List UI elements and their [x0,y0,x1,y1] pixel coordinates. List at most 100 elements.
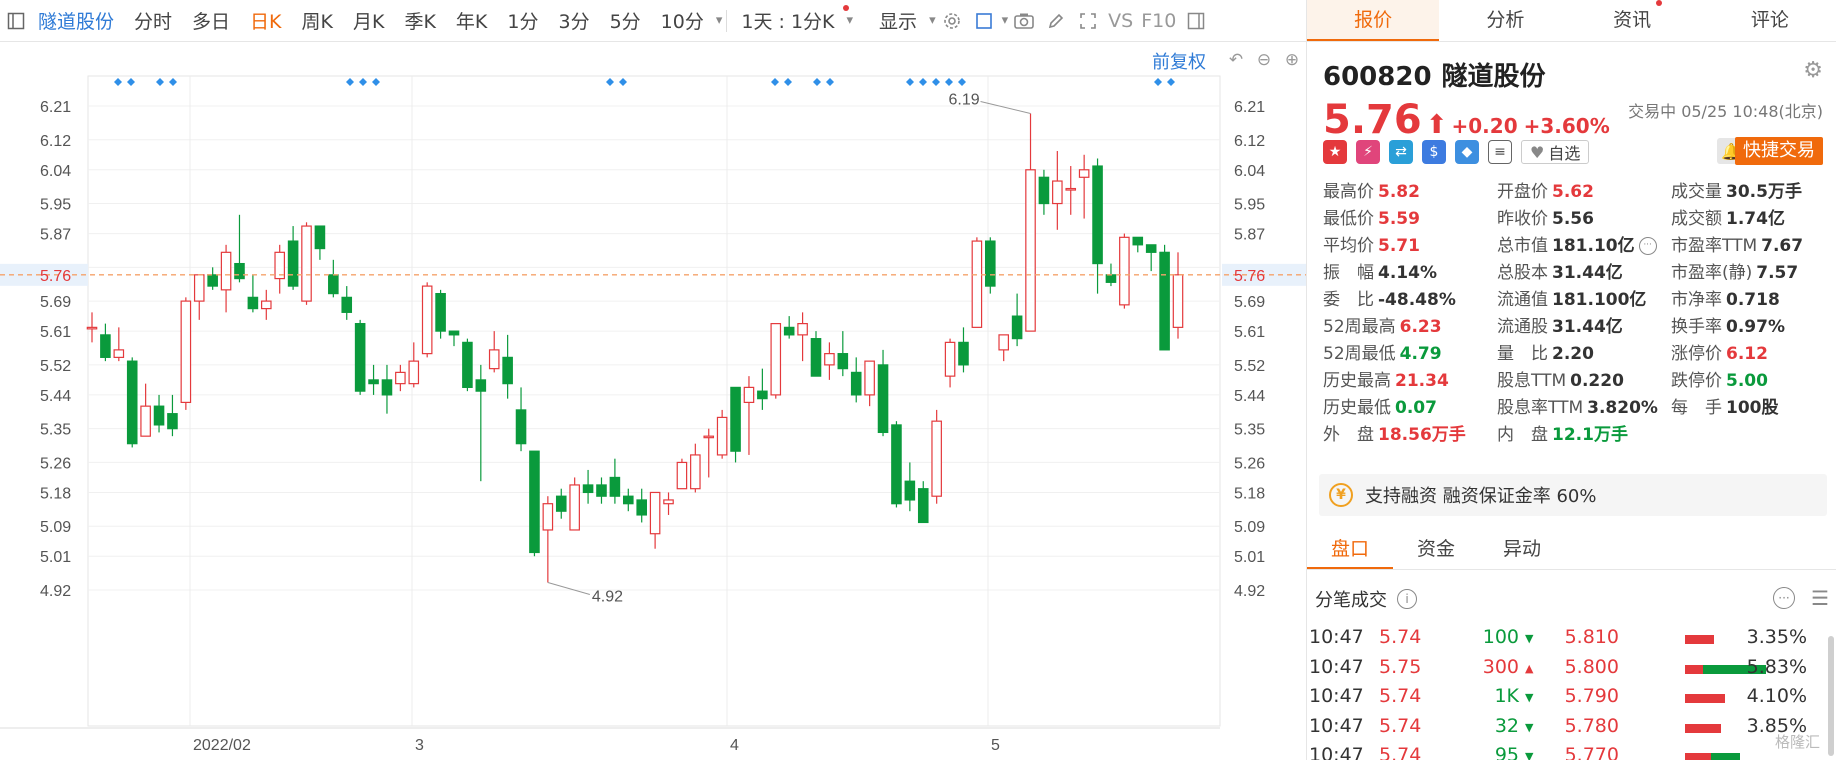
candle-down[interactable] [623,495,634,505]
event-marker-icon[interactable] [958,78,966,86]
candle-down[interactable] [167,413,178,430]
quote-tab[interactable]: 报价 [1307,0,1440,41]
candle-down[interactable] [1132,236,1144,246]
period-tab[interactable]: 周K [292,7,343,34]
candle-up[interactable] [690,454,701,490]
f10-button[interactable]: F10 [1137,10,1180,32]
event-marker-icon[interactable] [771,78,779,86]
candle-down[interactable] [475,379,487,392]
event-marker-icon[interactable] [919,78,927,86]
candlestick-chart[interactable]: 6.21 6.21 6.12 6.12 6.04 6.04 5.95 5.95 5.87 5.87… [0,42,1306,760]
period-tab[interactable]: 多日 [182,7,240,34]
period-tab[interactable]: 1分 [497,7,548,34]
candle-down[interactable] [636,499,647,516]
quote-tab[interactable]: 资讯 [1572,0,1704,41]
candle-up[interactable] [140,405,151,437]
candle-up[interactable] [1025,169,1036,332]
candle-up[interactable] [971,240,983,328]
candle-up[interactable] [86,326,98,330]
detail-tab[interactable]: 盘口 [1307,530,1394,569]
event-marker-icon[interactable] [372,78,380,86]
chevron-down-icon[interactable]: ▾ [847,13,854,28]
candle-up[interactable] [864,360,875,396]
gear-icon[interactable]: ⚙ [1803,58,1823,83]
candle-down[interactable] [582,484,594,494]
event-marker-icon[interactable] [1154,78,1162,86]
candle-up[interactable] [421,285,433,355]
quick-trade-button[interactable]: 快捷交易 [1735,137,1823,165]
fullscreen-icon[interactable] [1072,5,1104,37]
candle-up[interactable] [1052,180,1063,205]
candle-up[interactable] [220,251,232,291]
event-marker-icon[interactable] [169,78,177,86]
candle-down[interactable] [609,476,621,497]
candle-down[interactable] [314,225,326,250]
candle-up[interactable] [931,420,942,497]
candle-down[interactable] [502,356,513,385]
runner-icon[interactable]: ⚡ [1356,140,1380,164]
period-tab[interactable]: 10分 [651,7,714,34]
candle-up[interactable] [113,349,125,358]
shuffle-icon[interactable]: ⇄ [1389,140,1413,164]
candle-down[interactable] [100,334,111,358]
period-tab[interactable]: 季K [394,7,445,34]
event-marker-icon[interactable] [813,78,821,86]
candle-down[interactable] [1011,315,1023,340]
stock-name-link[interactable]: 隧道股份 [32,7,124,34]
event-marker-icon[interactable] [619,78,627,86]
tag-icon[interactable]: ◆ [1455,140,1479,164]
candle-down[interactable] [247,296,259,310]
period-tab[interactable]: 日K [240,7,291,34]
candle-down[interactable] [783,326,795,336]
pencil-icon[interactable] [1040,5,1072,37]
more-icon[interactable]: ··· [1773,587,1795,609]
candle-down[interactable] [354,323,366,392]
candle-down[interactable] [1092,165,1103,265]
candle-down[interactable] [287,240,299,287]
period-tab[interactable]: 月K [343,7,394,34]
settings-gear-icon[interactable] [936,5,968,37]
panel-toggle-icon[interactable] [1180,5,1212,37]
candle-down[interactable] [381,379,393,396]
undo-icon[interactable]: ↶ [1224,48,1248,72]
candle-up[interactable] [261,300,272,310]
candle-down[interactable] [985,240,996,287]
dollar-icon[interactable]: $ [1422,140,1446,164]
event-marker-icon[interactable] [1167,78,1175,86]
candle-down[interactable] [596,484,607,497]
candle-up[interactable] [824,353,835,366]
quote-tab[interactable]: 分析 [1439,0,1571,41]
note-icon[interactable]: ≡ [1488,140,1512,164]
candle-up[interactable] [542,503,554,531]
candle-up[interactable] [998,334,1009,351]
period-tab[interactable]: 分时 [124,7,182,34]
candle-up[interactable] [1172,274,1184,328]
quote-tab[interactable]: 评论 [1704,0,1836,41]
candle-down[interactable] [877,364,889,434]
candle-up[interactable] [301,225,312,302]
candle-up[interactable] [488,349,500,370]
candle-up[interactable] [180,300,192,404]
candle-down[interactable] [917,488,929,524]
candle-down[interactable] [153,405,165,426]
period-tab[interactable]: 5分 [600,7,651,34]
event-marker-icon[interactable] [932,78,940,86]
menu-icon[interactable]: ☰ [1811,586,1829,610]
margin-banner[interactable]: ¥ 支持融资 融资保证金率 60% [1319,474,1827,516]
detail-tab[interactable]: 异动 [1479,530,1565,569]
candle-down[interactable] [448,330,460,336]
zoom-in-icon[interactable]: ⊕ [1280,48,1304,72]
draw-box-icon[interactable] [968,5,1000,37]
candle-down[interactable] [1159,251,1170,351]
candle-up[interactable] [944,341,956,377]
candle-down[interactable] [850,371,862,396]
event-marker-icon[interactable] [945,78,953,86]
info-icon[interactable]: i [1397,589,1417,609]
candle-up[interactable] [569,484,580,531]
candle-down[interactable] [462,341,473,388]
event-marker-icon[interactable] [784,78,792,86]
candle-up[interactable] [716,416,728,456]
candle-down[interactable] [555,495,567,512]
candle-down[interactable] [234,262,245,280]
adjust-mode-button[interactable]: 前复权 [1152,48,1206,74]
